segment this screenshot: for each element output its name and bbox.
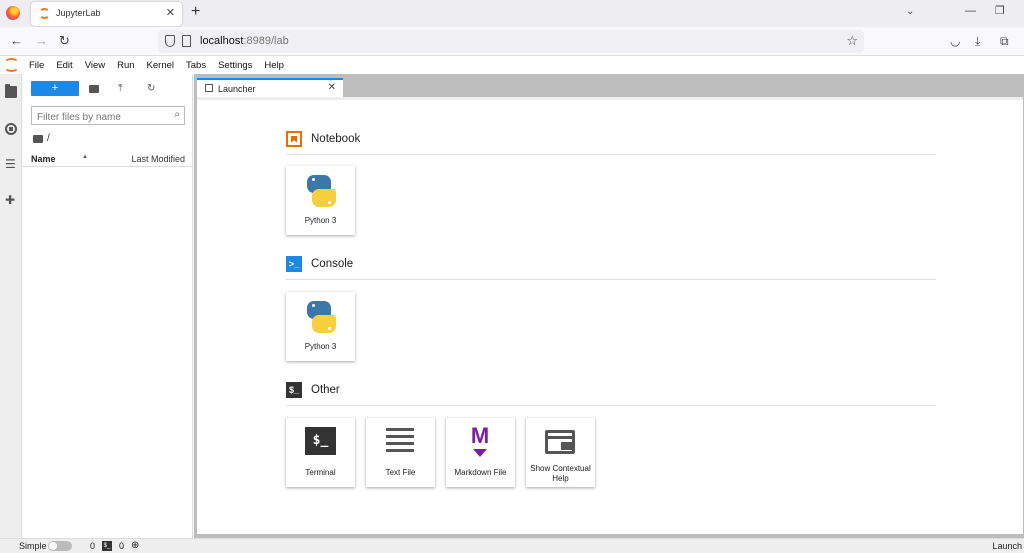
column-last-modified[interactable]: Last Modified <box>131 154 185 164</box>
file-list-header: Name ▲ Last Modified <box>23 151 193 167</box>
launcher-tab-icon <box>205 84 213 92</box>
upload-icon[interactable]: ⤒ <box>118 83 122 94</box>
close-tab-icon[interactable]: ✕ <box>166 6 175 19</box>
jupyter-favicon-icon <box>39 8 50 19</box>
simple-mode-toggle[interactable] <box>48 541 72 551</box>
browser-navigation-bar: ← → ↻ localhost:8989/lab ☆ ◡ ⤓ ⧉ <box>0 27 1024 56</box>
notebook-icon <box>286 131 302 147</box>
launcher-panel: Notebook Python 3 >_ Console Python 3 $_… <box>197 97 1023 534</box>
page-info-icon[interactable] <box>182 35 191 47</box>
simple-mode-label: Simple <box>19 541 47 551</box>
reload-button[interactable]: ↻ <box>59 33 70 49</box>
extension-manager-puzzle-icon[interactable]: ✚ <box>5 194 17 206</box>
left-sidebar: ☰ ✚ <box>0 74 22 538</box>
column-name[interactable]: Name <box>31 154 56 164</box>
notebook-python3-card[interactable]: Python 3 <box>286 166 355 235</box>
section-notebook-title: Notebook <box>286 131 360 147</box>
folder-icon[interactable] <box>33 134 43 143</box>
section-console-title: >_ Console <box>286 256 353 272</box>
menu-kernel[interactable]: Kernel <box>147 60 174 71</box>
new-folder-icon[interactable] <box>89 85 99 93</box>
filter-files-box: ⌕ <box>31 106 185 126</box>
minimize-window-icon[interactable]: — <box>965 5 976 17</box>
bookmark-star-icon[interactable]: ☆ <box>846 33 858 49</box>
menu-file[interactable]: File <box>29 60 44 71</box>
pocket-icon[interactable]: ◡ <box>950 34 960 48</box>
filter-files-input[interactable] <box>32 109 162 126</box>
markdown-icon: M <box>467 423 493 457</box>
kernel-count[interactable]: 0 <box>90 541 95 551</box>
running-sessions-icon[interactable] <box>5 123 17 135</box>
menu-settings[interactable]: Settings <box>218 60 252 71</box>
python-logo-icon <box>305 175 337 207</box>
terminal-icon: $_ <box>305 427 336 455</box>
tab-launcher-label: Launcher <box>218 84 256 94</box>
downloads-icon[interactable]: ⤓ <box>975 34 980 49</box>
tracking-protection-shield-icon[interactable] <box>165 35 175 47</box>
menu-tabs[interactable]: Tabs <box>186 60 206 71</box>
refresh-icon[interactable]: ↻ <box>147 83 155 94</box>
menu-run[interactable]: Run <box>117 60 134 71</box>
menu-edit[interactable]: Edit <box>56 60 72 71</box>
firefox-logo-icon[interactable] <box>6 6 20 20</box>
browser-tab-title: JupyterLab <box>56 8 101 18</box>
search-icon: ⌕ <box>174 109 180 120</box>
back-button[interactable]: ← <box>10 33 23 48</box>
forward-button[interactable]: → <box>35 33 48 48</box>
divider <box>286 154 936 155</box>
terminal-card[interactable]: $_ Terminal <box>286 418 355 487</box>
status-bar: Simple 0 $_ 0 ⊕ Launch <box>0 538 1024 553</box>
console-icon: >_ <box>286 256 302 272</box>
tab-launcher[interactable]: Launcher ✕ <box>197 78 343 97</box>
close-icon[interactable]: ✕ <box>328 82 336 93</box>
jupyterlab-top-panel: File Edit View Run Kernel Tabs Settings … <box>0 56 1024 74</box>
contextual-help-icon <box>545 430 575 454</box>
menu-view[interactable]: View <box>85 60 105 71</box>
file-browser-panel: + ⤒ ↻ ⌕ / Name ▲ Last Modified <box>23 74 193 538</box>
new-tab-button[interactable]: + <box>191 3 200 21</box>
divider <box>286 279 936 280</box>
terminal-section-icon: $_ <box>286 382 302 398</box>
main-menu-bar: File Edit View Run Kernel Tabs Settings … <box>29 60 296 71</box>
browser-tab-strip: JupyterLab ✕ + ⌄ — ❐ <box>0 0 1024 27</box>
address-bar[interactable]: localhost:8989/lab ☆ <box>158 30 864 53</box>
browser-tab-jupyterlab[interactable]: JupyterLab ✕ <box>31 2 182 26</box>
breadcrumb[interactable]: / <box>33 133 50 144</box>
new-launcher-button[interactable]: + <box>31 81 79 96</box>
list-tabs-chevron-icon[interactable]: ⌄ <box>906 6 914 17</box>
file-browser-folder-icon[interactable] <box>5 84 17 98</box>
divider <box>286 405 936 406</box>
text-file-card[interactable]: Text File <box>366 418 435 487</box>
terminal-count[interactable]: 0 <box>119 541 124 551</box>
console-python3-card[interactable]: Python 3 <box>286 292 355 361</box>
main-dock-area: Launcher ✕ Notebook Python 3 >_ Console … <box>194 74 1024 538</box>
markdown-file-card[interactable]: M Markdown File <box>446 418 515 487</box>
terminal-status-icon[interactable]: $_ <box>102 541 112 551</box>
restore-window-icon[interactable]: ❐ <box>995 4 1005 17</box>
sort-caret-icon[interactable]: ▲ <box>82 154 88 160</box>
extensions-icon[interactable]: ⧉ <box>1000 34 1009 49</box>
globe-icon[interactable]: ⊕ <box>131 540 139 551</box>
section-other-title: $_ Other <box>286 382 340 398</box>
table-of-contents-icon[interactable]: ☰ <box>5 158 17 170</box>
text-file-icon <box>386 428 414 454</box>
jupyter-logo-icon <box>4 58 19 72</box>
breadcrumb-path[interactable]: / <box>47 133 50 144</box>
python-logo-icon <box>305 301 337 333</box>
menu-help[interactable]: Help <box>264 60 284 71</box>
url-text[interactable]: localhost:8989/lab <box>200 35 289 47</box>
contextual-help-card[interactable]: Show Contextual Help <box>526 418 595 487</box>
status-right-text: Launch <box>992 541 1022 551</box>
